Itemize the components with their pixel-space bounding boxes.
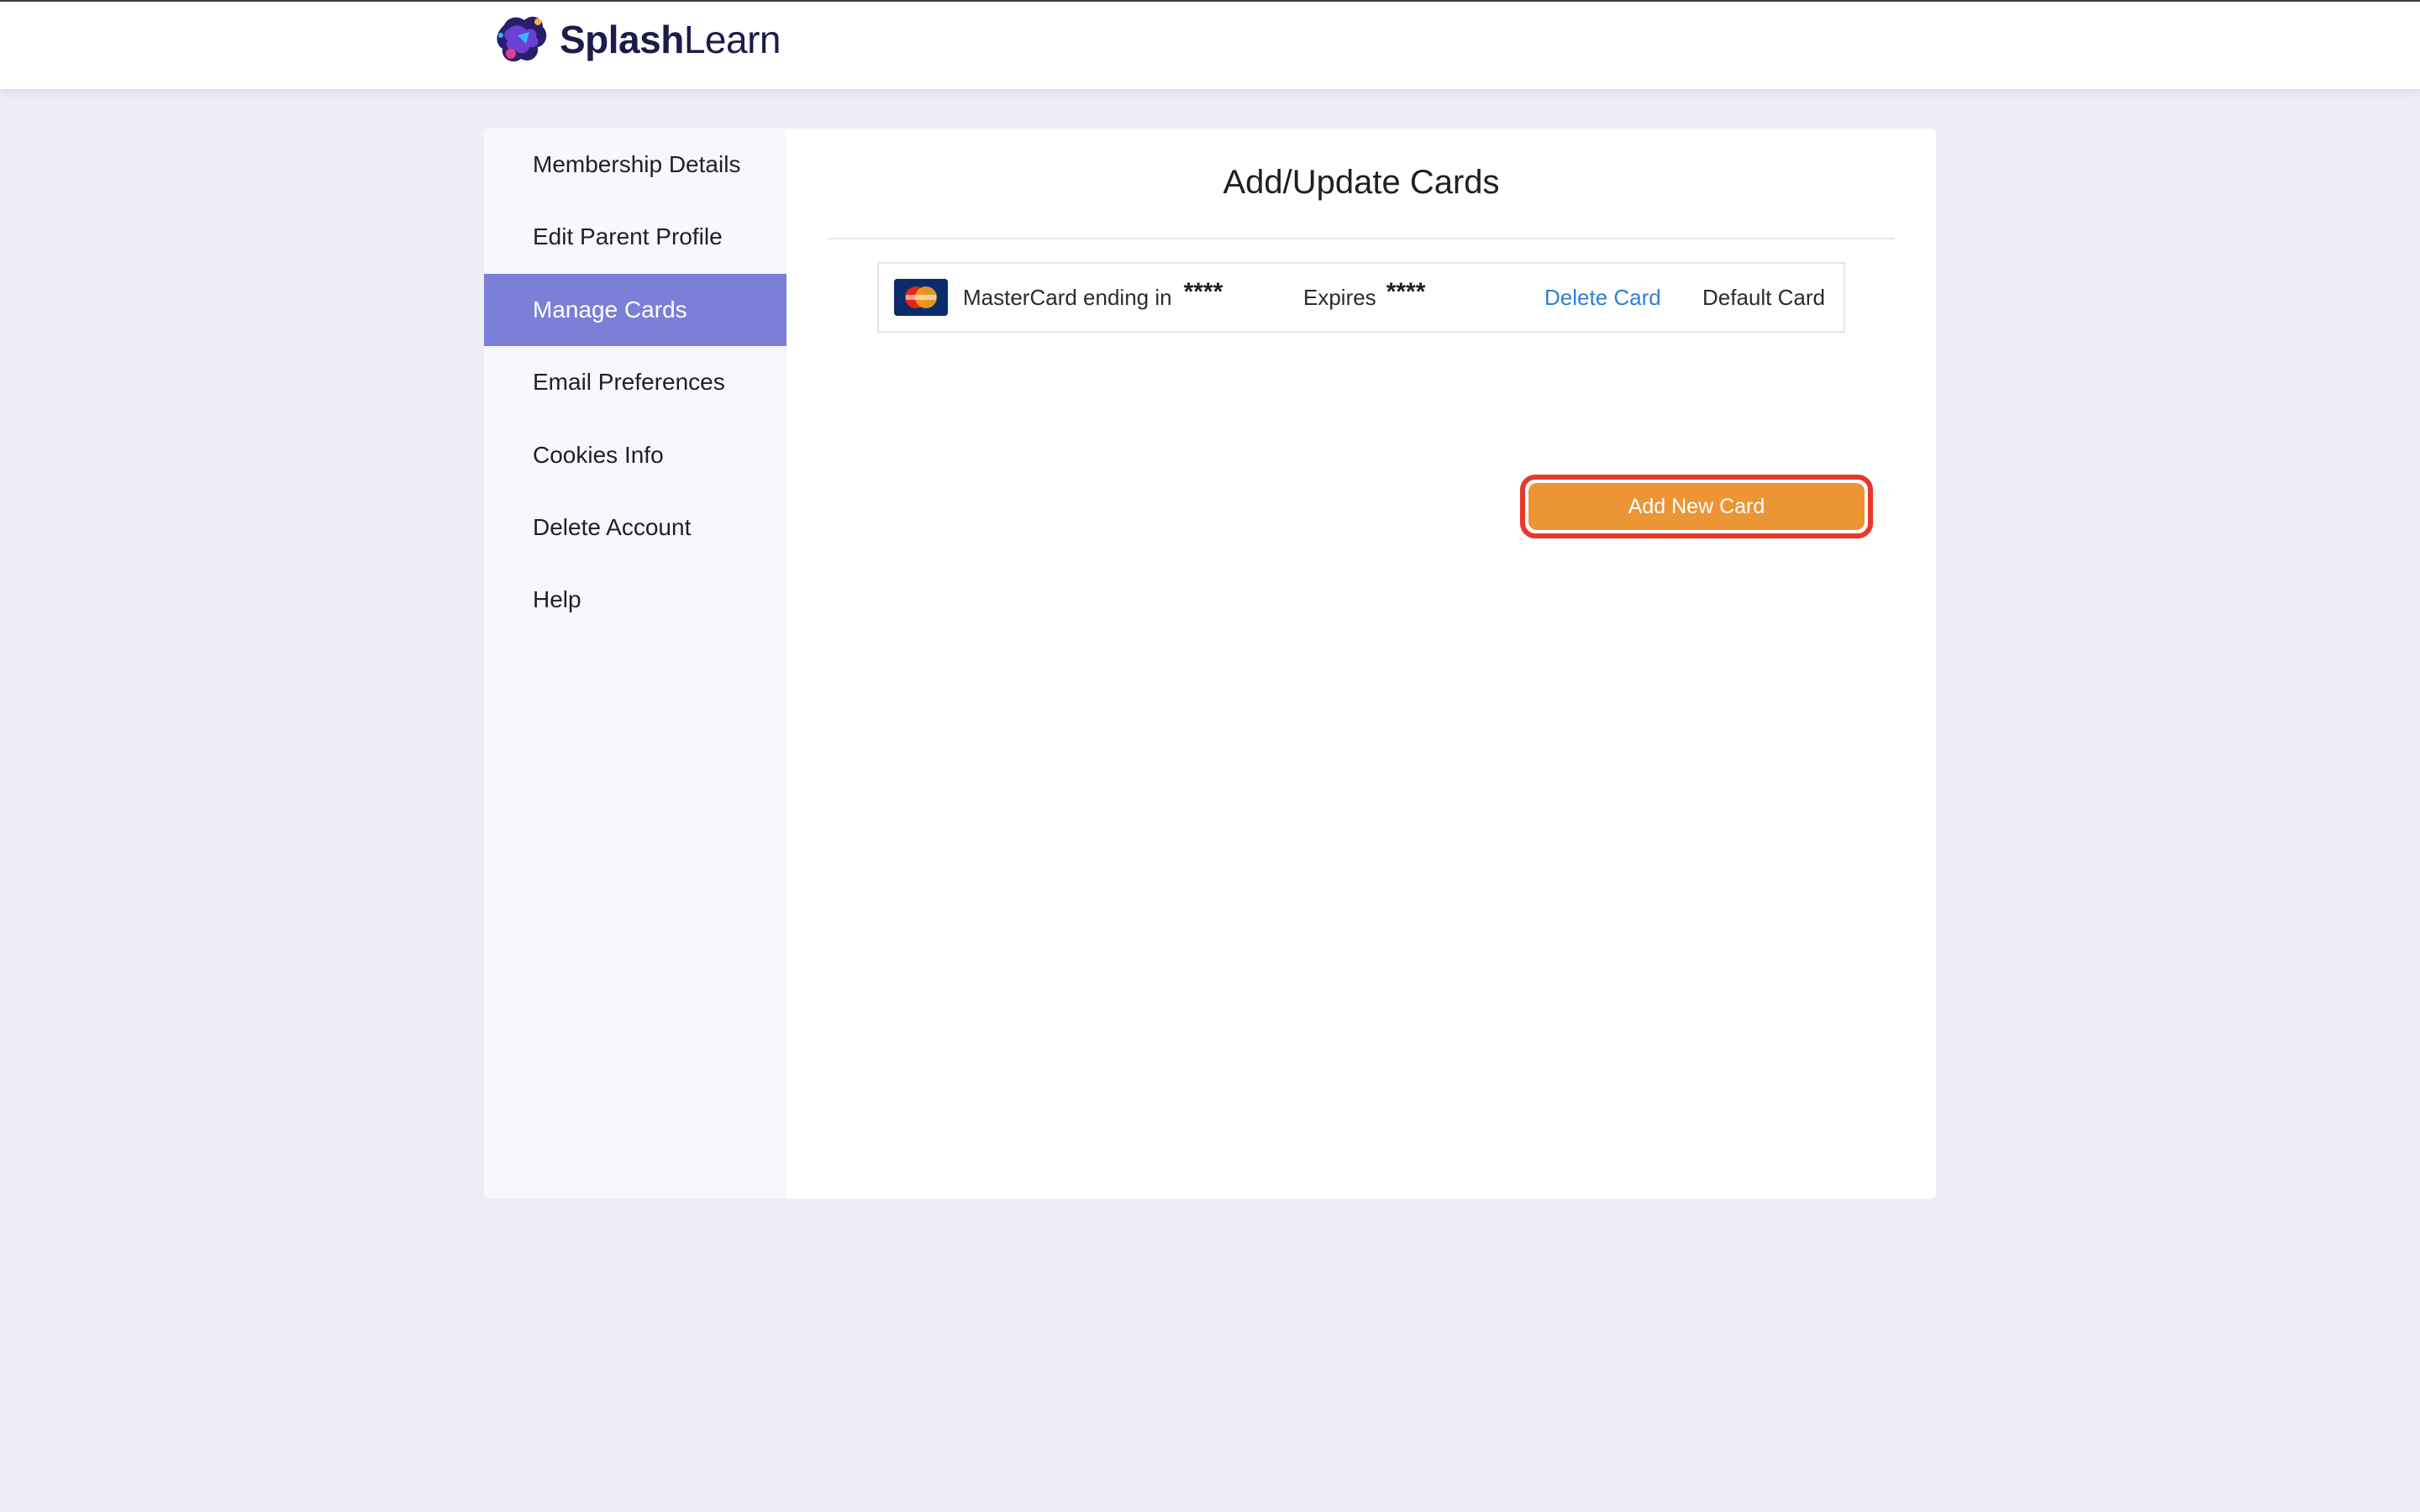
splashlearn-logo[interactable]: SplashLearn: [492, 10, 781, 69]
card-expiry: Expires ****: [1303, 264, 1425, 331]
logo-text-bold: Splash: [560, 18, 684, 61]
sidebar-item-membership-details[interactable]: Membership Details: [484, 129, 786, 201]
top-header: SplashLearn: [0, 2, 2420, 89]
add-new-card-highlight: Add New Card: [1520, 475, 1873, 538]
title-divider: [829, 238, 1894, 239]
card-ending-label: MasterCard ending in: [963, 284, 1172, 310]
sidebar-item-cookies-info[interactable]: Cookies Info: [484, 419, 786, 491]
add-new-card-button[interactable]: Add New Card: [1528, 483, 1865, 530]
mastercard-icon: [894, 279, 948, 316]
delete-card-link[interactable]: Delete Card: [1544, 264, 1661, 331]
saved-card-row: MasterCard ending in **** Expires **** D…: [877, 262, 1845, 333]
page-title: Add/Update Cards: [1223, 164, 1500, 201]
settings-panel: Membership Details Edit Parent Profile M…: [484, 129, 1936, 1199]
sidebar-item-manage-cards[interactable]: Manage Cards: [484, 274, 786, 346]
settings-sidebar: Membership Details Edit Parent Profile M…: [484, 129, 786, 1199]
sidebar-item-help[interactable]: Help: [484, 564, 786, 636]
card-ending-value: ****: [1183, 278, 1223, 306]
card-ending: MasterCard ending in ****: [963, 264, 1223, 331]
sidebar-item-delete-account[interactable]: Delete Account: [484, 491, 786, 564]
manage-cards-content: Add/Update Cards MasterCard ending in **…: [786, 129, 1936, 1199]
logo-text: SplashLearn: [560, 17, 781, 62]
card-expires-value: ****: [1386, 278, 1426, 306]
logo-text-light: Learn: [683, 18, 781, 61]
splashlearn-logo-icon: [497, 16, 547, 62]
sidebar-item-edit-parent-profile[interactable]: Edit Parent Profile: [484, 201, 786, 273]
sidebar-item-email-preferences[interactable]: Email Preferences: [484, 346, 786, 418]
card-expires-label: Expires: [1303, 284, 1376, 310]
default-card-label: Default Card: [1702, 284, 1825, 310]
